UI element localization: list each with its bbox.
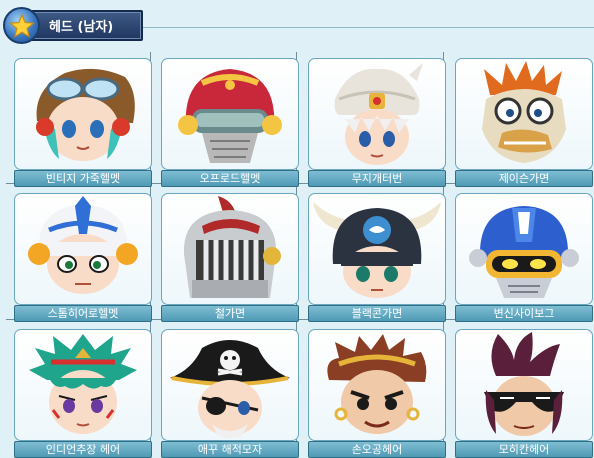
item-name-label: 변신사이보그 — [455, 305, 593, 322]
category-title: 헤드 (남자) — [25, 10, 143, 41]
indian-chief-hair-icon[interactable] — [14, 329, 152, 441]
item-card-sun-wukong-hair[interactable]: 손오공헤어 — [308, 329, 446, 458]
black-cone-mask-icon[interactable] — [308, 193, 446, 305]
item-name-label: 인디언추장 헤어 — [14, 441, 152, 458]
offroad-helmet-icon[interactable] — [161, 58, 299, 170]
transform-cyborg-icon[interactable] — [455, 193, 593, 305]
item-name-label: 블랙콘가면 — [308, 305, 446, 322]
item-name-label: 철가면 — [161, 305, 299, 322]
item-card-one-eyed-pirate-hat[interactable]: 애꾸 해적모자 — [161, 329, 299, 458]
item-card-iron-mask[interactable]: 철가면 — [161, 193, 299, 322]
item-name-label: 모히칸헤어 — [455, 441, 593, 458]
item-name-label: 무지개터번 — [308, 170, 446, 187]
item-card-black-cone-mask[interactable]: 블랙콘가면 — [308, 193, 446, 322]
item-card-vintage-leather-helmet[interactable]: 빈티지 가죽헬멧 — [14, 58, 152, 187]
item-card-rainbow-turban[interactable]: 무지개터번 — [308, 58, 446, 187]
jason-mask-icon[interactable] — [455, 58, 593, 170]
item-name-label: 스톰히어로헬멧 — [14, 305, 152, 322]
item-name-label: 애꾸 해적모자 — [161, 441, 299, 458]
item-name-label: 빈티지 가죽헬멧 — [14, 170, 152, 187]
item-grid: 빈티지 가죽헬멧 오프로드헬멧 무지개터번 제이슨가면 스톰히어로헬멧 철가면 … — [0, 48, 594, 458]
item-card-jason-mask[interactable]: 제이슨가면 — [455, 58, 593, 187]
sun-wukong-hair-icon[interactable] — [308, 329, 446, 441]
iron-mask-icon[interactable] — [161, 193, 299, 305]
header-divider — [143, 27, 594, 28]
vintage-leather-helmet-icon[interactable] — [14, 58, 152, 170]
mohican-hair-icon[interactable] — [455, 329, 593, 441]
star-icon — [3, 7, 40, 44]
item-name-label: 오프로드헬멧 — [161, 170, 299, 187]
one-eyed-pirate-hat-icon[interactable] — [161, 329, 299, 441]
item-card-indian-chief-hair[interactable]: 인디언추장 헤어 — [14, 329, 152, 458]
item-card-storm-hero-helmet[interactable]: 스톰히어로헬멧 — [14, 193, 152, 322]
storm-hero-helmet-icon[interactable] — [14, 193, 152, 305]
rainbow-turban-icon[interactable] — [308, 58, 446, 170]
item-card-offroad-helmet[interactable]: 오프로드헬멧 — [161, 58, 299, 187]
item-card-transform-cyborg[interactable]: 변신사이보그 — [455, 193, 593, 322]
item-name-label: 손오공헤어 — [308, 441, 446, 458]
item-name-label: 제이슨가면 — [455, 170, 593, 187]
item-card-mohican-hair[interactable]: 모히칸헤어 — [455, 329, 593, 458]
category-header: 헤드 (남자) — [3, 7, 143, 44]
